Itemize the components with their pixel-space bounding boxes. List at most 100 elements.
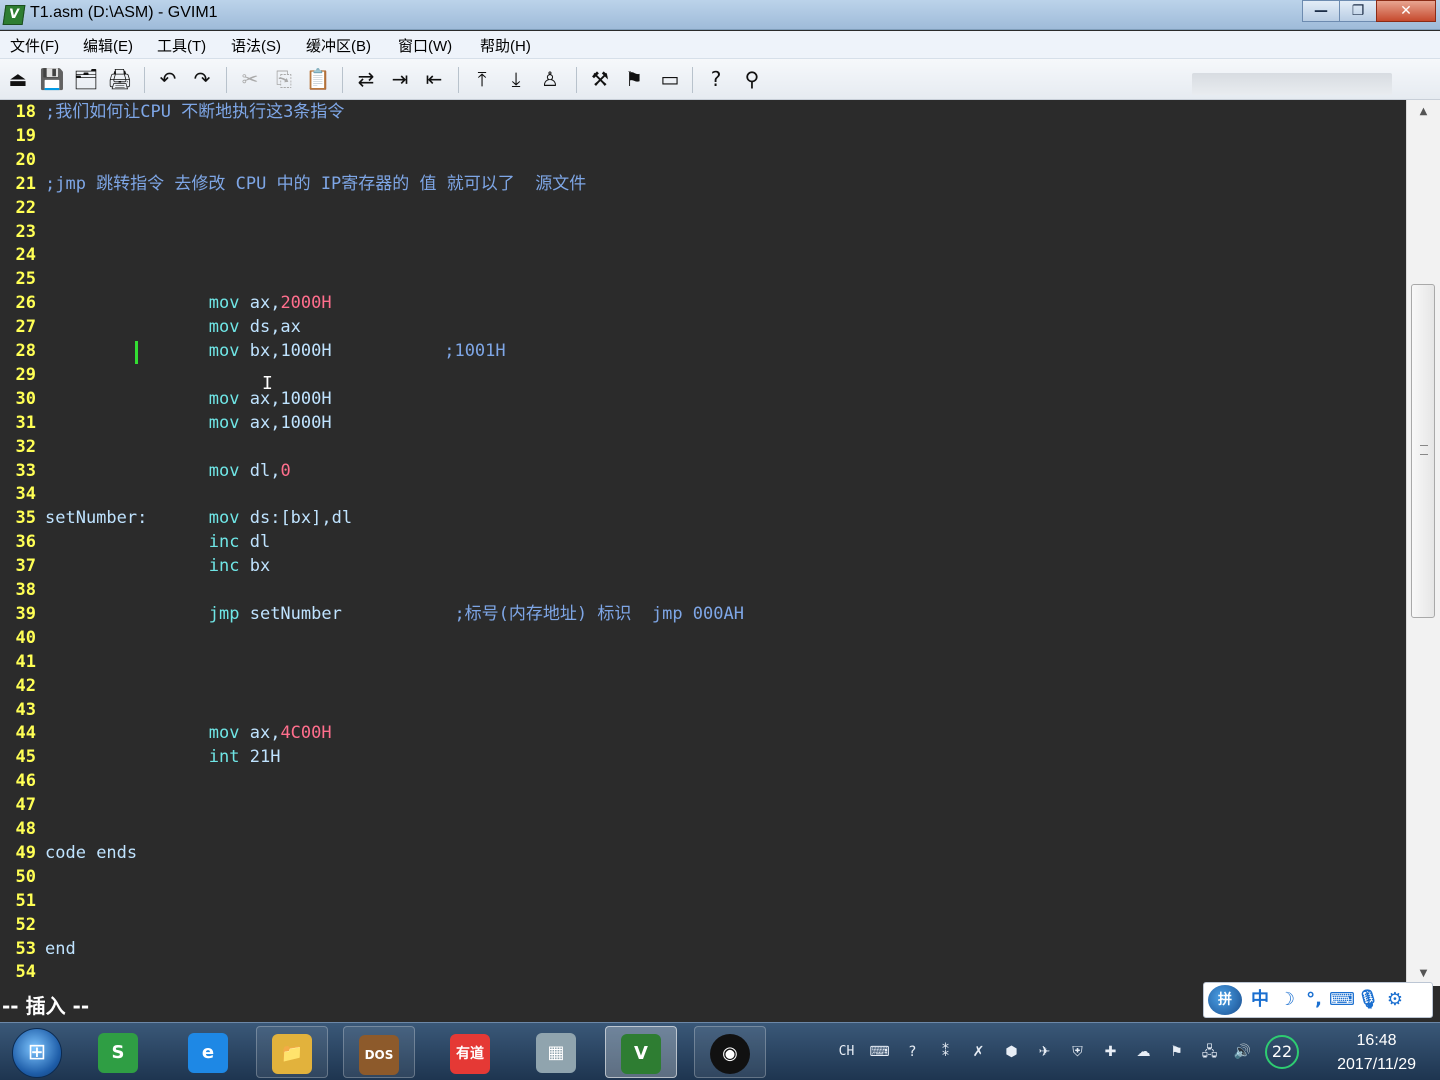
keyboard-layout-icon[interactable]: ⌨	[863, 1037, 896, 1067]
ime-logo-icon[interactable]: 拼	[1208, 985, 1242, 1015]
code-line[interactable]: 43	[0, 698, 1406, 722]
vertical-scrollbar[interactable]: ▲ ▼	[1406, 100, 1440, 986]
punctuation-icon[interactable]: °,	[1302, 986, 1326, 1014]
antivirus-icon[interactable]: ✗	[962, 1037, 995, 1067]
code-line[interactable]: 32	[0, 435, 1406, 459]
scroll-up-icon[interactable]: ▲	[1407, 100, 1440, 124]
code-line[interactable]: 21 ;jmp 跳转指令 去修改 CPU 中的 IP寄存器的 值 就可以了 源文件	[0, 172, 1406, 196]
taskbar-app-obs[interactable]: ◉	[694, 1026, 766, 1078]
menu-window[interactable]: 窗口(W)	[398, 35, 452, 56]
settings-icon[interactable]: ⚙	[1383, 986, 1407, 1014]
chinese-mode-icon[interactable]: 中	[1248, 986, 1272, 1014]
find-help-icon[interactable]: ⚲	[738, 66, 766, 92]
save-session-icon[interactable]: ⤓	[502, 66, 530, 92]
menu-tools[interactable]: 工具(T)	[157, 35, 206, 56]
code-line[interactable]: 41	[0, 650, 1406, 674]
code-line[interactable]: 42	[0, 674, 1406, 698]
network-tool-icon[interactable]: ✈	[1028, 1037, 1061, 1067]
code-line[interactable]: 39 jmp setNumber ;标号(内存地址) 标识 jmp 000AH	[0, 602, 1406, 626]
save-all-icon[interactable]: 🗂	[72, 66, 100, 92]
taskbar-app-calculator[interactable]: ▦	[520, 1026, 592, 1078]
code-line[interactable]: 20	[0, 148, 1406, 172]
code-line[interactable]: 24	[0, 243, 1406, 267]
code-line[interactable]: 51	[0, 889, 1406, 913]
code-line[interactable]: 22	[0, 196, 1406, 220]
print-icon[interactable]: 🖨	[106, 66, 134, 92]
taskbar-app-youdao[interactable]: 有道	[434, 1026, 506, 1078]
shell-icon[interactable]: ⚑	[620, 66, 648, 92]
cut-icon[interactable]: ✂	[236, 66, 264, 92]
redo-icon[interactable]: ↷	[188, 66, 216, 92]
keyboard-icon[interactable]: ⌨	[1329, 986, 1355, 1014]
code-line[interactable]: 47	[0, 793, 1406, 817]
code-line[interactable]: 46	[0, 769, 1406, 793]
code-line[interactable]: 23	[0, 220, 1406, 244]
ctags-icon[interactable]: ▭	[656, 66, 684, 92]
action-center-flag-icon[interactable]: ⚑	[1160, 1037, 1193, 1067]
code-line[interactable]: 37 inc bx	[0, 554, 1406, 578]
code-line[interactable]: 29	[0, 363, 1406, 387]
code-line[interactable]: 18 ;我们如何让CPU 不断地执行这3条指令	[0, 100, 1406, 124]
undo-icon[interactable]: ↶	[154, 66, 182, 92]
code-line[interactable]: 34	[0, 482, 1406, 506]
update-icon[interactable]: ✚	[1094, 1037, 1127, 1067]
find-prev-icon[interactable]: ⇤	[420, 66, 448, 92]
code-line[interactable]: 27 mov ds,ax	[0, 315, 1406, 339]
code-line[interactable]: 50	[0, 865, 1406, 889]
replace-icon[interactable]: ⇄	[352, 66, 380, 92]
menu-edit[interactable]: 编辑(E)	[83, 35, 133, 56]
half-width-icon[interactable]: ☽	[1275, 986, 1299, 1014]
code-line[interactable]: 53 end	[0, 937, 1406, 961]
code-line[interactable]: 38	[0, 578, 1406, 602]
taskbar-app-gvim[interactable]: V	[605, 1026, 677, 1078]
code-line[interactable]: 45 int 21H	[0, 745, 1406, 769]
volume-icon[interactable]: 🔊	[1226, 1037, 1259, 1067]
open-icon[interactable]: ⏏	[4, 66, 32, 92]
code-line[interactable]: 49 code ends	[0, 841, 1406, 865]
scrollbar-thumb[interactable]	[1411, 284, 1435, 618]
code-line[interactable]: 31 mov ax,1000H	[0, 411, 1406, 435]
find-next-icon[interactable]: ⇥	[386, 66, 414, 92]
run-script-icon[interactable]: ♙	[536, 66, 564, 92]
security-shield-icon[interactable]: ⬢	[995, 1037, 1028, 1067]
menu-buffers[interactable]: 缓冲区(B)	[306, 35, 371, 56]
load-session-icon[interactable]: ⤒	[468, 66, 496, 92]
taskbar-app-dosbox[interactable]: DOS	[343, 1026, 415, 1078]
close-button[interactable]: ✕	[1376, 0, 1436, 22]
microphone-icon[interactable]: 🎙	[1356, 986, 1380, 1014]
code-line[interactable]: 44 mov ax,4C00H	[0, 721, 1406, 745]
code-line[interactable]: 19	[0, 124, 1406, 148]
code-line[interactable]: 26 mov ax,2000H	[0, 291, 1406, 315]
menu-file[interactable]: 文件(F)	[10, 35, 59, 56]
code-line[interactable]: 36 inc dl	[0, 530, 1406, 554]
copy-icon[interactable]: ⎘	[270, 66, 298, 92]
code-line[interactable]: 35 setNumber: mov ds:[bx],dl	[0, 506, 1406, 530]
minimize-button[interactable]: —	[1302, 0, 1340, 22]
start-button[interactable]: ⊞	[12, 1028, 62, 1078]
taskbar-app-sogou[interactable]: S	[82, 1026, 154, 1078]
gvim-app-icon[interactable]: V	[2, 5, 26, 25]
code-line[interactable]: 25	[0, 267, 1406, 291]
code-line[interactable]: 40	[0, 626, 1406, 650]
taskbar-app-explorer[interactable]: 📁	[256, 1026, 328, 1078]
menu-syntax[interactable]: 语法(S)	[231, 35, 281, 56]
menu-help[interactable]: 帮助(H)	[480, 35, 531, 56]
shield-icon[interactable]: ⛨	[1061, 1037, 1094, 1067]
cloud-icon[interactable]: ☁	[1127, 1037, 1160, 1067]
taskbar-app-ie[interactable]: e	[172, 1026, 244, 1078]
code-line[interactable]: 30 mov ax,1000H	[0, 387, 1406, 411]
notification-badge[interactable]: 22	[1265, 1035, 1299, 1069]
code-line[interactable]: 28 mov bx,1000H ;1001H	[0, 339, 1406, 363]
clock[interactable]: 16:48 2017/11/29	[1337, 1029, 1416, 1077]
paste-icon[interactable]: 📋	[304, 66, 332, 92]
help-icon[interactable]: ?	[702, 66, 730, 92]
editor-area[interactable]: 18 ;我们如何让CPU 不断地执行这3条指令 19 20 21 ;jmp 跳转指令 去修…	[0, 100, 1406, 986]
network-icon[interactable]: 🖧	[1193, 1037, 1226, 1067]
code-line[interactable]: 33 mov dl,0	[0, 459, 1406, 483]
code-line[interactable]: 54	[0, 960, 1406, 984]
make-icon[interactable]: ⚒	[586, 66, 614, 92]
help-tray-icon[interactable]: ?	[896, 1037, 929, 1067]
ime-options-icon[interactable]: ⁑	[929, 1037, 962, 1067]
restore-button[interactable]: ❐	[1339, 0, 1377, 22]
save-icon[interactable]: 💾	[38, 66, 66, 92]
